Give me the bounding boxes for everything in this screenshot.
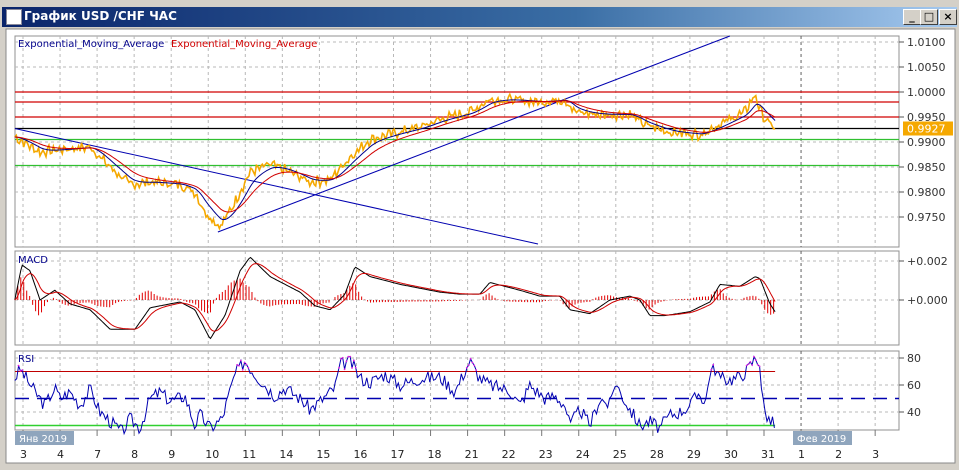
price-y-tick-label: 1.0000 xyxy=(907,86,946,99)
rsi-overbought-point xyxy=(17,364,20,367)
rsi-overbought-point xyxy=(239,359,242,362)
current-price-label: 0.9927 xyxy=(907,123,946,136)
rsi-overbought-point xyxy=(345,360,348,363)
chart-window: График USD /CHF ЧАС _ □ × 1.0100 1.0050 1.… xyxy=(0,0,959,470)
chart-canvas[interactable]: 1.01001.00501.00000.99500.99000.98500.98… xyxy=(0,0,959,470)
x-tick-label: 31 xyxy=(761,448,775,461)
rsi-overbought-point xyxy=(710,368,713,371)
rsi-overbought-point xyxy=(354,366,357,369)
rsi-overbought-point xyxy=(243,361,246,364)
rsi-overbought-point xyxy=(341,356,344,359)
legend-ema-slow: Exponential_Moving_Average xyxy=(171,39,317,50)
x-tick-label: 25 xyxy=(613,448,627,461)
x-tick-label: 8 xyxy=(131,448,138,461)
rsi-overbought-point xyxy=(758,365,761,368)
rsi-label: RSI xyxy=(18,354,34,365)
rsi-overbought-point xyxy=(241,368,244,371)
x-tick-label: 22 xyxy=(502,448,516,461)
rsi-overbought-point xyxy=(712,363,715,366)
rsi-overbought-point xyxy=(753,355,755,358)
rsi-overbought-point xyxy=(338,366,340,369)
x-tick-label: 3 xyxy=(20,448,27,461)
rsi-overbought-point xyxy=(238,364,240,367)
rsi-overbought-point xyxy=(343,368,346,371)
x-tick-label: 10 xyxy=(205,448,219,461)
price-y-tick-label: 0.9900 xyxy=(907,136,946,149)
rsi-overbought-point xyxy=(19,370,22,372)
x-tick-label: 14 xyxy=(279,448,293,461)
rsi-overbought-point xyxy=(352,359,355,362)
x-tick-label: 23 xyxy=(539,448,553,461)
rsi-overbought-point xyxy=(475,369,478,371)
month-label: Янв 2019 xyxy=(19,434,67,445)
macd-y-tick-label: +0.000 xyxy=(907,294,948,307)
rsi-overbought-point xyxy=(21,369,24,372)
x-tick-label: 2 xyxy=(835,448,842,461)
macd-label: MACD xyxy=(18,255,48,266)
x-tick-label: 24 xyxy=(576,448,590,461)
rsi-overbought-point xyxy=(247,366,250,369)
price-y-tick-label: 0.9850 xyxy=(907,161,946,174)
rsi-y-tick-label: 80 xyxy=(907,352,921,365)
rsi-y-tick-label: 60 xyxy=(907,379,921,392)
x-tick-label: 15 xyxy=(316,448,330,461)
rsi-overbought-point xyxy=(745,364,748,367)
rsi-overbought-point xyxy=(471,361,474,364)
rsi-overbought-point xyxy=(351,367,353,369)
rsi-overbought-point xyxy=(236,363,239,366)
x-tick-label: 9 xyxy=(168,448,175,461)
rsi-overbought-point xyxy=(245,363,248,366)
x-tick-label: 30 xyxy=(724,448,738,461)
rsi-overbought-point xyxy=(465,366,468,369)
x-tick-label: 11 xyxy=(242,448,256,461)
legend-ema-fast: Exponential_Moving_Average xyxy=(18,39,164,50)
price-y-tick-label: 0.9800 xyxy=(907,186,946,199)
x-tick-label: 17 xyxy=(391,448,405,461)
x-tick-label: 28 xyxy=(650,448,664,461)
month-label: Фев 2019 xyxy=(797,434,846,445)
x-tick-label: 4 xyxy=(57,448,64,461)
x-tick-label: 29 xyxy=(687,448,701,461)
x-tick-label: 21 xyxy=(465,448,479,461)
rsi-overbought-point xyxy=(747,363,750,366)
rsi-overbought-point xyxy=(754,359,757,361)
rsi-overbought-point xyxy=(347,355,350,358)
price-y-tick-label: 0.9750 xyxy=(907,211,946,224)
rsi-overbought-point xyxy=(756,363,759,366)
price-y-tick-label: 1.0050 xyxy=(907,61,946,74)
price-y-tick-label: 1.0100 xyxy=(907,36,946,49)
x-tick-label: 1 xyxy=(798,448,805,461)
x-tick-label: 16 xyxy=(353,448,367,461)
rsi-overbought-point xyxy=(467,364,470,366)
x-tick-label: 18 xyxy=(428,448,442,461)
rsi-overbought-point xyxy=(751,364,754,366)
macd-y-tick-label: +0.002 xyxy=(907,255,948,268)
rsi-overbought-point xyxy=(469,357,472,360)
rsi-y-tick-label: 40 xyxy=(907,406,921,419)
rsi-overbought-point xyxy=(473,364,476,367)
rsi-overbought-point xyxy=(339,357,342,360)
x-tick-label: 7 xyxy=(94,448,101,461)
rsi-overbought-point xyxy=(349,355,352,358)
x-tick-label: 3 xyxy=(872,448,879,461)
rsi-overbought-point xyxy=(749,361,752,363)
